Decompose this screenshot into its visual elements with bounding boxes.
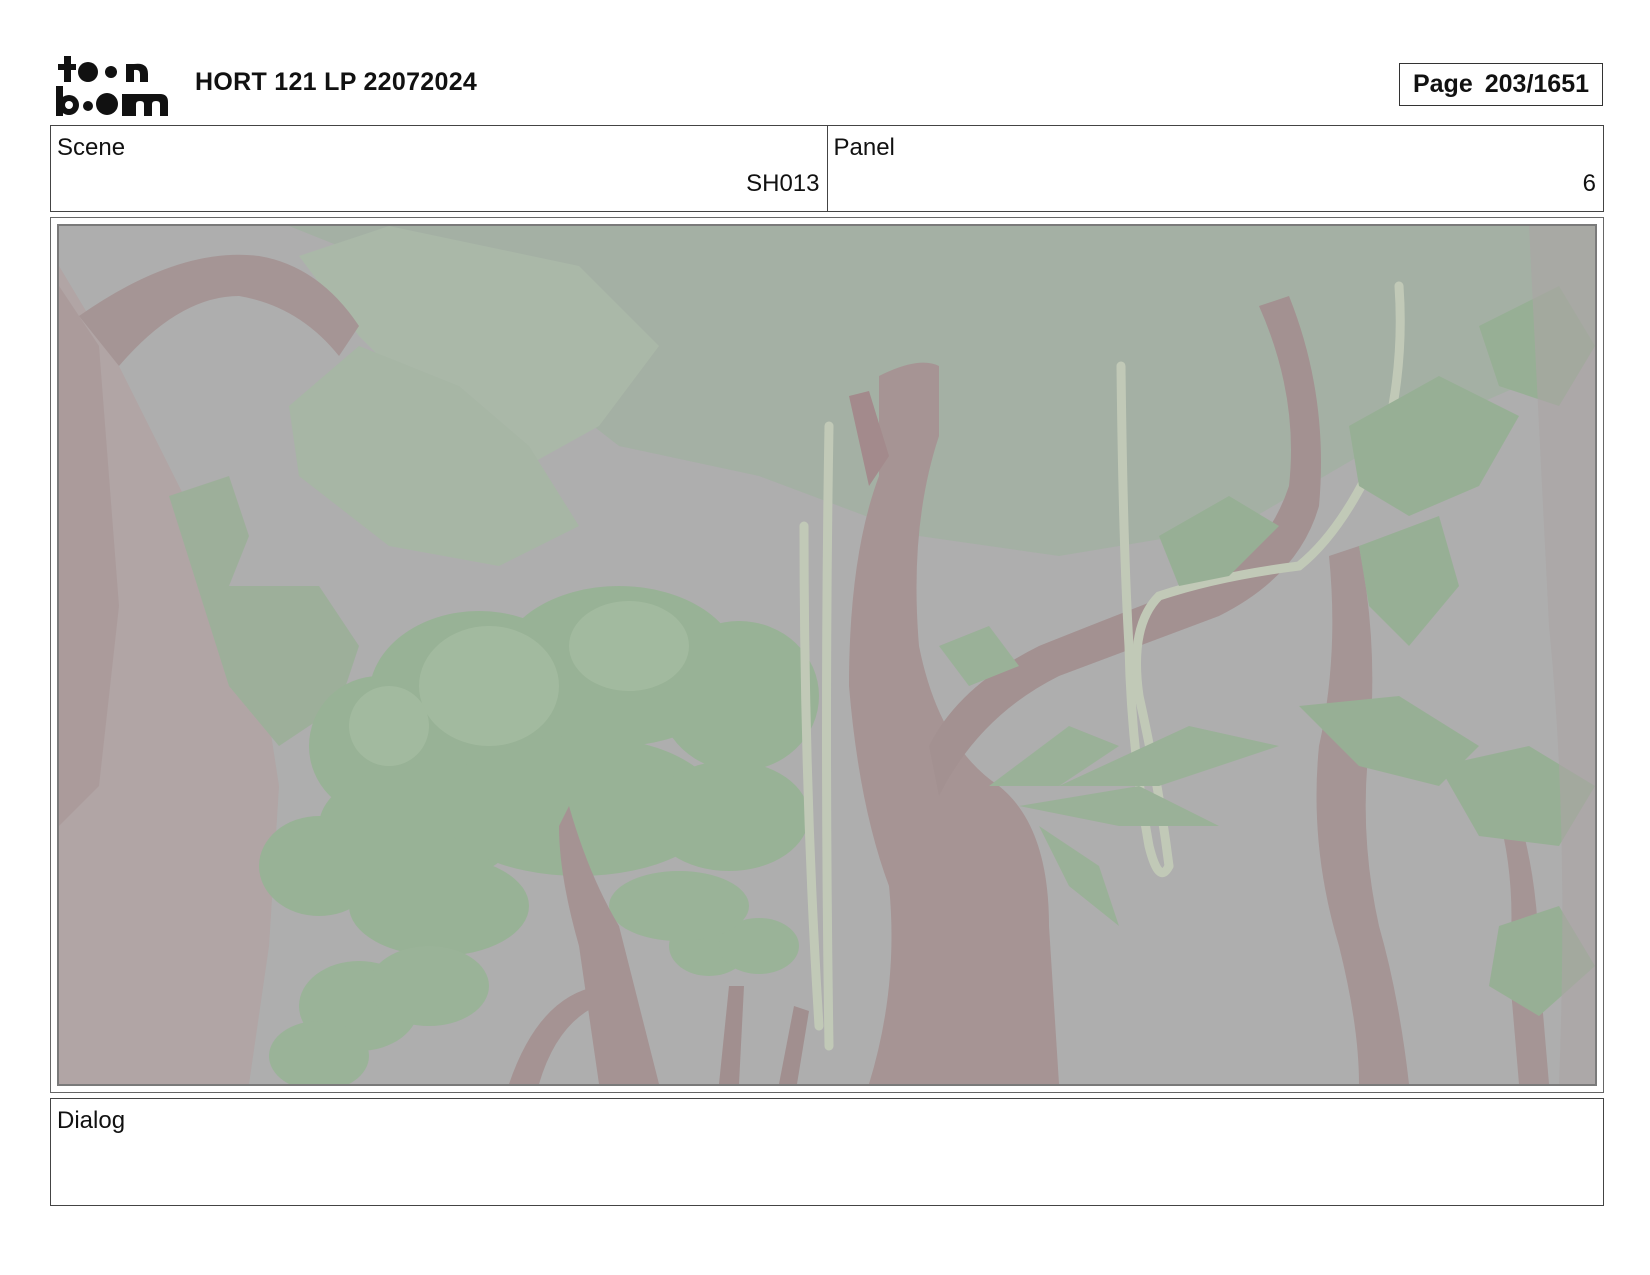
storyboard-panel-image: [57, 224, 1597, 1086]
scene-cell: Scene SH013: [51, 126, 827, 211]
dialog-label: Dialog: [57, 1107, 126, 1134]
panel-value: 6: [1582, 170, 1596, 197]
scene-label: Scene: [57, 134, 126, 161]
panel-label: Panel: [833, 134, 895, 161]
jungle-scene-illustration: [59, 226, 1595, 1084]
page-number: 203/1651: [1484, 70, 1590, 98]
dialog-box: Dialog: [50, 1098, 1604, 1206]
scene-value: SH013: [746, 170, 820, 197]
scene-panel-info-row: Scene SH013 Panel 6: [50, 125, 1604, 212]
project-title: HORT 121 LP 22072024: [195, 68, 478, 96]
page-indicator: Page 203/1651: [1399, 63, 1603, 106]
storyboard-panel-frame: [50, 217, 1604, 1093]
toon-boom-logo-mark: [56, 56, 168, 116]
toon-boom-logo: [54, 54, 170, 118]
panel-cell: Panel 6: [826, 126, 1604, 211]
page-label: Page: [1412, 70, 1473, 98]
